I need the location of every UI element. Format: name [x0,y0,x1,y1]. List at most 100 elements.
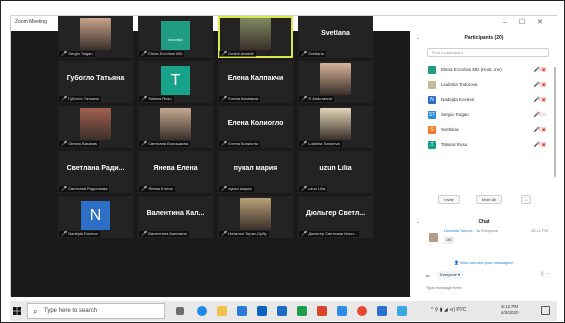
participant-row[interactable]: S Svetlana 🎤̸ ▣̸ [427,124,549,136]
participant-tile[interactable]: Svetlana 🎤Svetlana [298,16,373,58]
participant-name-label: 🎤Елена Колиогло [219,141,261,147]
participant-scrollbar[interactable] [554,67,556,177]
participant-name: пукал мария [228,186,252,191]
maximize-button[interactable]: ☐ [514,17,530,29]
participant-display-name: Svetlana [321,30,350,37]
participant-row[interactable]: T Tatiana Rusu 🎤̸ ▣̸ [427,139,549,151]
who-can-see-label: Who can see your messages? [460,260,514,265]
participant-tile[interactable]: Губогло Татьяна 🎤Губогло Татьяна [58,61,133,103]
participant-tile[interactable]: Янева Елена 🎤Янева Елена [138,151,213,193]
taskbar-search-input[interactable]: ⌕ Type here to search [27,303,165,319]
participant-name-label: 🎤Svetlana [299,51,326,57]
more-options-button[interactable]: ... [521,195,531,204]
participant-tile[interactable]: 🎤Olesea Barabas [58,106,133,148]
participant-tile[interactable]: 🎤Светлана Волошкина [138,106,213,148]
participant-name-label: 🎤Елена Калпакчи [219,96,261,102]
audio-video-status-icon[interactable]: 🎤̸ ▣̸ [534,97,546,103]
invite-button[interactable]: Invite [438,195,460,204]
taskbar-clock[interactable]: 5:12 PM 4/3/2020 [501,304,519,316]
audio-video-status-icon[interactable]: 🎤̸ ▣̸ [534,67,546,73]
participant-name-label: 🎤uzun Lilia [299,186,328,192]
chrome-icon[interactable] [357,306,367,316]
who-can-see-link[interactable]: 👤 Who can see your messages? [410,260,558,265]
participant-name: Tatiana Rusu [148,96,172,101]
participant-tile[interactable]: 🎤Sergiu Tolgan [58,16,133,58]
participant-video [160,108,191,140]
outlook-icon[interactable] [277,306,287,316]
audio-video-status-icon[interactable]: 🎤̸ ▣̸ [534,82,546,88]
participant-name-label: 🎤Olesea Barabas [59,141,99,147]
more-icon[interactable]: ⋯ [545,271,550,277]
microphone-muted-icon: 🎤 [221,186,228,192]
audio-video-status-icon[interactable]: 🎤̸ ▭ [534,112,546,118]
zoom-meeting-window: Zoom Meeting – ☐ ✕ 🎤Sergiu Tolgan ecovisi… [10,15,558,297]
zoom-app-icon[interactable] [337,306,347,316]
participant-search-input[interactable]: Find a participant [427,48,549,57]
participant-tile[interactable]: 🎤Dmitrii Anatolii [218,16,293,58]
participant-name: Наталья Терзи-Орбу [228,231,267,236]
microphone-muted-icon: 🎤 [301,231,308,237]
participant-video [240,198,271,230]
notification-icon[interactable] [541,306,550,315]
audio-video-status-icon[interactable]: 🎤̸ ▣̸ [534,127,546,133]
window-title: Zoom Meeting [15,19,47,25]
participant-display-name: Светлана Ради... [66,165,125,172]
edge-browser-icon[interactable] [197,306,207,316]
file-explorer-icon[interactable] [217,306,227,316]
participant-tile[interactable]: 🎤Ludmila Todorova [298,106,373,148]
participant-name: Svetlana [308,51,324,56]
participant-tile[interactable]: ecovisio 🎤Elena EcoVisio MD [138,16,213,58]
file-icon[interactable]: ▯ [541,271,544,277]
microphone-muted-icon: 🎤 [141,141,148,147]
chat-message-header: Liudmila Todoro... to Everyone [444,228,498,233]
microphone-muted-icon: 🎤 [61,141,68,147]
participant-display-name: Елена Калпакчи [227,75,284,82]
participant-video [240,18,271,50]
task-view-icon[interactable] [176,307,184,315]
mute-all-button[interactable]: Mute All [476,195,502,204]
avatar: T [161,66,190,95]
participant-video [80,108,111,140]
participant-tile[interactable]: Елена Колиогло 🎤Елена Колиогло [218,106,293,148]
windows-start-icon[interactable] [13,307,21,315]
recipient-select[interactable]: Everyone ▾ [437,271,464,279]
participant-tile[interactable]: 🎤Я Анастасия [298,61,373,103]
chat-sender[interactable]: Liudmila Todoro... [444,228,476,233]
participant-name: uzun Lilia [308,186,326,191]
microphone-muted-icon: 🎤 [61,96,68,102]
gallery-view: 🎤Sergiu Tolgan ecovisio 🎤Elena EcoVisio MD… [11,16,410,297]
store-icon[interactable] [237,306,247,316]
viber-icon[interactable] [397,306,407,316]
side-panel: ⌄ Participants (20) Find a participant E… [410,31,558,297]
chat-message-input[interactable] [426,283,552,293]
participant-tile[interactable]: Светлана Ради... 🎤Светлана Радионова [58,151,133,193]
participant-tile[interactable]: пукал мария 🎤пукал мария [218,151,293,193]
powerpoint-icon[interactable] [317,306,327,316]
participant-name-label: 🎤Sergiu Tolgan [59,51,95,57]
participant-tile[interactable]: N 🎤Nadejda Koceva [58,196,133,238]
participant-row-name: Elena EcoVisio MD (Host, me) [441,67,502,72]
avatar [429,233,438,242]
participant-row[interactable]: N Nadejda Koceva 🎤̸ ▣̸ [427,94,549,106]
excel-icon[interactable] [297,306,307,316]
close-button[interactable]: ✕ [532,17,548,29]
participant-tile[interactable]: T 🎤Tatiana Rusu [138,61,213,103]
participant-tile[interactable]: Елена Калпакчи 🎤Елена Калпакчи [218,61,293,103]
avatar [428,81,436,89]
participant-tile[interactable]: uzun Lilia 🎤uzun Lilia [298,151,373,193]
participant-row[interactable]: ST Sergiu Torgan 🎤̸ ▭ [427,109,549,121]
participant-name: Я Анастасия [308,96,332,101]
system-tray[interactable]: ^ ⚲ ▮ ◢ ⊲) РУС [431,307,466,313]
minimize-button[interactable]: – [497,17,513,29]
mail-icon[interactable] [257,306,267,316]
participant-row[interactable]: Liudmila Todorova 🎤̸ ▣̸ [427,79,549,91]
participant-row[interactable]: Elena EcoVisio MD (Host, me) 🎤̸ ▣̸ [427,64,549,76]
clock-date: 4/3/2020 [501,310,519,315]
microphone-muted-icon: 🎤 [61,186,68,192]
participant-tile[interactable]: 🎤Наталья Терзи-Орбу [218,196,293,238]
audio-video-status-icon[interactable]: 🎤̸ ▣̸ [534,142,546,148]
participant-row-name: Svetlana [441,127,459,132]
word-icon[interactable] [377,306,387,316]
participant-tile[interactable]: Дюльгер Светл... 🎤Дюльгер Светлана Ильи..… [298,196,373,238]
participant-tile[interactable]: Валентина Кал... 🎤Валентина Калпакчи [138,196,213,238]
